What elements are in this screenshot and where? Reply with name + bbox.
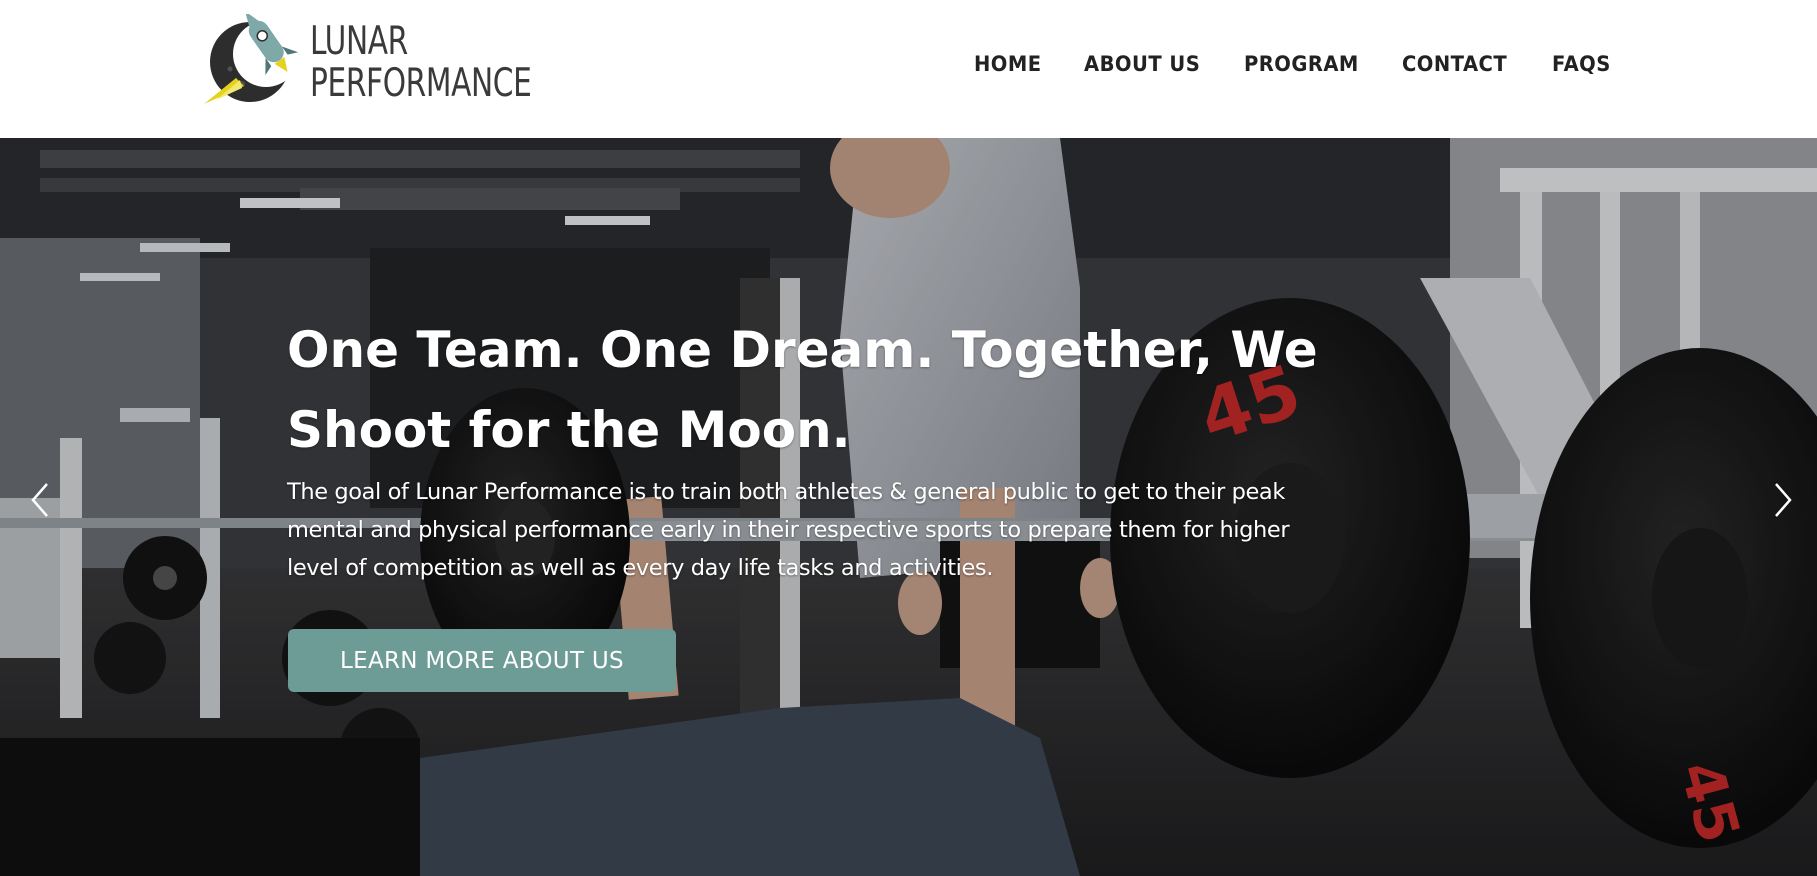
- slider-prev-button[interactable]: [20, 470, 60, 530]
- nav-home[interactable]: HOME: [974, 52, 1042, 76]
- site-header: LUNAR PERFORMANCE HOME ABOUT US PROGRAM …: [0, 0, 1817, 138]
- nav-contact[interactable]: CONTACT: [1402, 52, 1507, 76]
- logo-text-lunar: LUNAR: [310, 19, 408, 64]
- nav-faqs[interactable]: FAQS: [1552, 52, 1611, 76]
- chevron-right-icon: [1775, 483, 1792, 517]
- slider-next-button[interactable]: [1763, 470, 1803, 530]
- nav-about-us[interactable]: ABOUT US: [1084, 52, 1200, 76]
- hero-description: The goal of Lunar Performance is to trai…: [287, 479, 1290, 581]
- hero-headline: One Team. One Dream. Together, We Shoot …: [287, 321, 1318, 459]
- logo-text-performance: PERFORMANCE: [310, 61, 532, 106]
- nav-program[interactable]: PROGRAM: [1244, 52, 1359, 76]
- chevron-left-icon: [31, 483, 48, 517]
- hero-slider: 45 45 One Team. One Dream. Together, We …: [0, 138, 1817, 876]
- learn-more-button[interactable]: LEARN MORE ABOUT US: [288, 629, 676, 692]
- rocket-moon-logo-icon: [204, 14, 299, 104]
- site-logo[interactable]: LUNAR PERFORMANCE: [202, 14, 532, 106]
